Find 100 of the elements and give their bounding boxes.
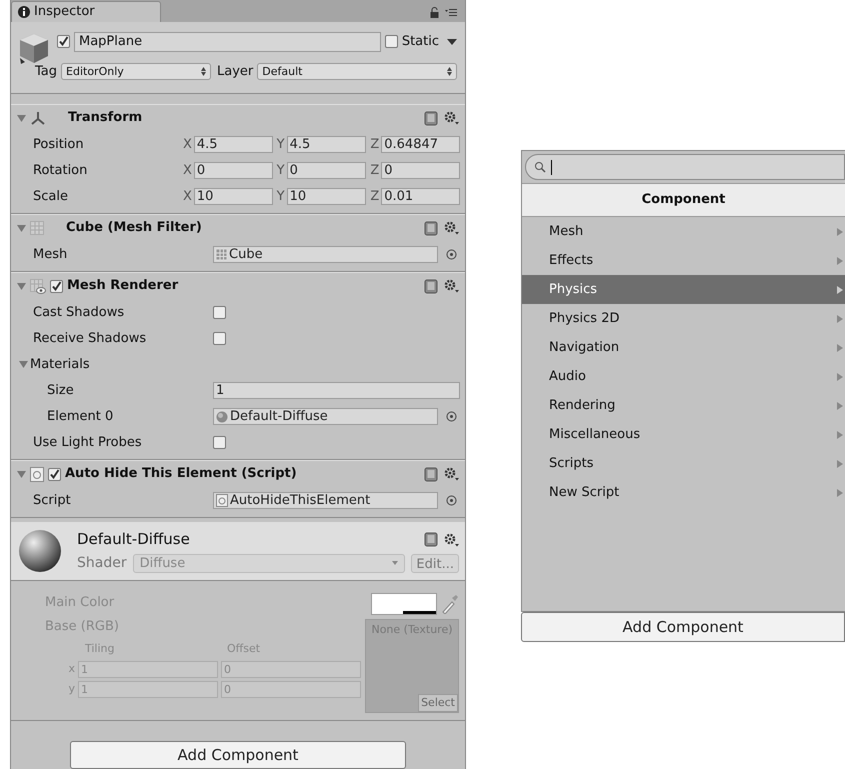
help-book-icon[interactable]: [424, 220, 438, 236]
search-icon: [534, 161, 546, 173]
checkbox[interactable]: [213, 306, 226, 320]
field-label: Position: [33, 136, 85, 154]
tag-dropdown[interactable]: EditorOnly: [61, 63, 212, 80]
menu-item[interactable]: Physics 2D: [522, 304, 845, 333]
field-label: Size: [47, 382, 75, 400]
component-title[interactable]: Transform: [68, 108, 142, 128]
text-cursor-icon: [551, 160, 552, 174]
enable-checkbox[interactable]: [50, 280, 63, 293]
menu-item[interactable]: Scripts: [522, 449, 845, 478]
main-color-label: Main Color: [45, 594, 116, 612]
active-checkbox[interactable]: [57, 35, 70, 48]
static-checkbox[interactable]: [384, 35, 398, 48]
gear-icon[interactable]: [444, 279, 459, 294]
layer-label: Layer: [217, 63, 254, 82]
menu-item[interactable]: Rendering: [522, 391, 845, 420]
sphere-icon: [17, 528, 63, 574]
number-field[interactable]: 4.5: [194, 136, 273, 154]
object-field[interactable]: Default-Diffuse: [213, 408, 438, 426]
menu-item[interactable]: Physics: [522, 275, 845, 304]
foldout-label[interactable]: Materials: [30, 354, 90, 374]
expanded-triangle-icon[interactable]: [19, 360, 28, 370]
color-swatch[interactable]: [371, 593, 437, 616]
sphere-icon: [216, 410, 228, 423]
axes-icon: [30, 111, 46, 126]
gear-icon[interactable]: [444, 111, 459, 126]
lock-icon[interactable]: [430, 6, 439, 18]
checkbox[interactable]: [213, 332, 226, 346]
axis-label: Y: [276, 188, 285, 206]
number-field[interactable]: 0: [381, 162, 460, 180]
material-name: Default-Diffuse: [77, 529, 190, 550]
dropdown-arrow-icon: [392, 561, 398, 566]
gear-icon[interactable]: [444, 221, 459, 236]
number-field[interactable]: 0.64847: [381, 136, 460, 154]
name-field[interactable]: MapPlane: [74, 32, 381, 52]
field-label: Receive Shadows: [33, 330, 148, 348]
gear-icon[interactable]: [444, 532, 459, 547]
field-label: Rotation: [33, 162, 88, 180]
shader-label: Shader: [77, 554, 127, 573]
help-book-icon[interactable]: [424, 110, 438, 126]
offset-label: Offset: [227, 641, 262, 658]
submenu-arrow-icon: [837, 286, 843, 294]
gear-icon[interactable]: [444, 467, 459, 482]
component-title[interactable]: Auto Hide This Element (Script): [65, 464, 297, 484]
help-book-icon[interactable]: [424, 532, 438, 548]
field-label: Mesh: [33, 246, 68, 264]
expanded-triangle-icon[interactable]: [17, 224, 26, 233]
menu-item[interactable]: Mesh: [522, 217, 845, 246]
expanded-triangle-icon[interactable]: [17, 114, 26, 123]
help-book-icon[interactable]: [424, 278, 438, 294]
grid-icon: [216, 249, 227, 260]
axis-label: Z: [370, 188, 380, 206]
enable-checkbox[interactable]: [48, 468, 61, 481]
axis-label: Y: [276, 136, 285, 154]
add-component-button[interactable]: Add Component: [521, 612, 845, 642]
number-field[interactable]: 4.5: [286, 136, 366, 154]
dropdown-arrow-icon[interactable]: [447, 38, 457, 45]
static-label[interactable]: Static: [402, 32, 439, 52]
axis-label: X: [183, 136, 192, 154]
grid-icon: [30, 221, 44, 236]
expanded-triangle-icon[interactable]: [17, 470, 26, 479]
number-field[interactable]: 0: [194, 162, 273, 180]
menu-item[interactable]: New Script: [522, 478, 845, 507]
menu-item[interactable]: Navigation: [522, 333, 845, 362]
menu-item[interactable]: Effects: [522, 246, 845, 275]
eyedropper-icon[interactable]: [441, 594, 459, 614]
component-title[interactable]: Cube (Mesh Filter): [66, 218, 202, 238]
menu-icon[interactable]: [445, 8, 457, 17]
inspector-tab[interactable]: Inspector: [11, 0, 161, 22]
script-file-icon: [216, 494, 228, 508]
axis-label: X: [183, 162, 192, 180]
expanded-triangle-icon[interactable]: [17, 282, 26, 291]
stepper-icon: [201, 67, 206, 76]
script-file-icon: [30, 466, 44, 482]
number-field[interactable]: 10: [286, 188, 366, 206]
help-book-icon[interactable]: [424, 466, 438, 482]
number-field[interactable]: 1: [213, 382, 460, 400]
add-component-button[interactable]: Add Component: [70, 741, 406, 769]
menu-item[interactable]: Miscellaneous: [522, 420, 845, 449]
number-field[interactable]: 0.01: [381, 188, 460, 206]
axis-label: Z: [370, 162, 380, 180]
info-icon: [18, 6, 30, 18]
object-picker-icon[interactable]: [446, 411, 457, 422]
object-field[interactable]: Cube: [213, 246, 438, 264]
field-label: Element 0: [47, 408, 114, 426]
field-label: Cast Shadows: [33, 304, 126, 322]
menu-item[interactable]: Audio: [522, 362, 845, 391]
object-field[interactable]: AutoHideThisElement: [213, 492, 438, 510]
object-picker-icon[interactable]: [446, 249, 457, 260]
axis-label: X: [183, 188, 192, 206]
component-title[interactable]: Mesh Renderer: [67, 276, 178, 296]
axis-label: y: [67, 681, 75, 698]
number-field[interactable]: 0: [286, 162, 366, 180]
layer-dropdown[interactable]: Default: [257, 63, 457, 80]
field-label: Script: [33, 492, 72, 510]
number-field[interactable]: 10: [194, 188, 273, 206]
search-field[interactable]: [525, 154, 845, 180]
checkbox[interactable]: [213, 436, 226, 450]
object-picker-icon[interactable]: [446, 495, 457, 506]
